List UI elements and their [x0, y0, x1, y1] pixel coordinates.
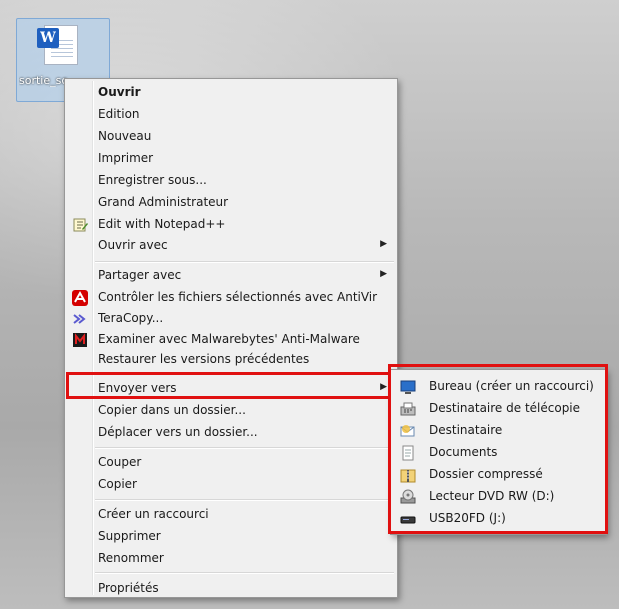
menu-item-couper[interactable]: Couper — [67, 452, 395, 474]
menu-item-partager-avec[interactable]: Partager avec ▶ — [67, 265, 395, 287]
menu-item-ouvrir-avec[interactable]: Ouvrir avec ▶ — [67, 235, 395, 257]
malwarebytes-icon — [72, 332, 88, 348]
menu-item-restaurer-versions[interactable]: Restaurer les versions précédentes — [67, 349, 395, 371]
menu-separator — [95, 447, 394, 449]
menu-item-imprimer[interactable]: Imprimer — [67, 148, 395, 170]
submenu-arrow-icon: ▶ — [380, 269, 387, 279]
teracopy-icon — [72, 311, 88, 327]
menu-item-grand-administrateur[interactable]: Grand Administrateur — [67, 192, 395, 214]
menu-item-nouveau[interactable]: Nouveau — [67, 126, 395, 148]
menu-item-edit-notepadpp[interactable]: Edit with Notepad++ — [67, 214, 395, 236]
menu-item-renommer[interactable]: Renommer — [67, 548, 395, 570]
menu-item-copier-dans-dossier[interactable]: Copier dans un dossier... — [67, 400, 395, 422]
menu-separator — [95, 499, 394, 501]
menu-item-proprietes[interactable]: Propriétés — [67, 578, 395, 600]
menu-item-malwarebytes[interactable]: Examiner avec Malwarebytes' Anti-Malware — [67, 329, 395, 351]
menu-item-supprimer[interactable]: Supprimer — [67, 526, 395, 548]
word-document-icon: W — [37, 25, 78, 65]
antivir-icon — [72, 290, 88, 306]
menu-item-copier[interactable]: Copier — [67, 474, 395, 496]
menu-separator — [95, 572, 394, 574]
menu-item-edition[interactable]: Edition — [67, 104, 395, 126]
menu-item-deplacer-vers-dossier[interactable]: Déplacer vers un dossier... — [67, 422, 395, 444]
send-to-highlight — [388, 364, 608, 534]
submenu-arrow-icon: ▶ — [380, 239, 387, 249]
menu-item-teracopy[interactable]: TeraCopy... — [67, 308, 395, 330]
envoyer-vers-highlight — [66, 372, 392, 399]
menu-item-antivir[interactable]: Contrôler les fichiers sélectionnés avec… — [67, 287, 395, 309]
menu-item-creer-raccourci[interactable]: Créer un raccourci — [67, 504, 395, 526]
menu-item-enregistrer-sous[interactable]: Enregistrer sous... — [67, 170, 395, 192]
menu-item-ouvrir[interactable]: Ouvrir — [67, 82, 395, 104]
context-menu: Ouvrir Edition Nouveau Imprimer Enregist… — [64, 78, 398, 598]
notepadpp-icon — [72, 217, 88, 233]
menu-separator — [95, 261, 394, 263]
